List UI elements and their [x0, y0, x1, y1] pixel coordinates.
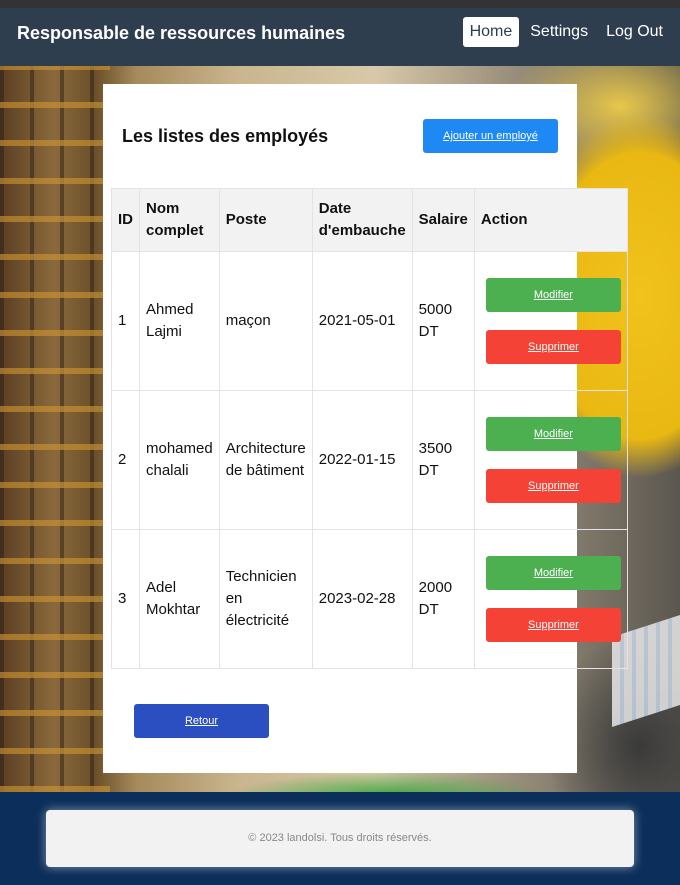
delete-button[interactable]: Supprimer: [485, 469, 621, 503]
cell-id: 3: [111, 529, 140, 669]
add-employee-button[interactable]: Ajouter un employé: [423, 119, 558, 153]
table-row: 3 Adel Mokhtar Technicien en électricité…: [111, 529, 628, 669]
header-salaire: Salaire: [411, 188, 475, 252]
cell-id: 1: [111, 251, 140, 391]
table-header-row: ID Nom complet Poste Date d'embauche Sal…: [111, 188, 628, 252]
edit-button[interactable]: Modifier: [485, 556, 621, 590]
cell-date: 2022-01-15: [311, 390, 413, 530]
cell-actions: Modifier Supprimer: [473, 251, 628, 391]
page-title: Les listes des employés: [122, 126, 329, 146]
brand-title: Responsable de ressources humaines: [17, 23, 346, 43]
cell-poste: maçon: [218, 251, 313, 391]
table-row: 2 mohamed chalali Architecture de bâtime…: [111, 390, 628, 530]
header-action: Action: [473, 188, 628, 252]
cell-name: Ahmed Lajmi: [139, 251, 220, 391]
nav-menu: Home Settings Log Out: [462, 17, 670, 47]
footer: © 2023 landolsi. Tous droits réservés.: [0, 792, 680, 885]
footer-copyright: © 2023 landolsi. Tous droits réservés.: [46, 810, 634, 867]
cell-id: 2: [111, 390, 140, 530]
employee-table: ID Nom complet Poste Date d'embauche Sal…: [111, 188, 628, 669]
table-row: 1 Ahmed Lajmi maçon 2021-05-01 5000 DT M…: [111, 251, 628, 391]
header-id: ID: [111, 188, 140, 252]
cell-date: 2023-02-28: [311, 529, 413, 669]
cell-name: mohamed chalali: [139, 390, 220, 530]
nav-home-link[interactable]: Home: [462, 17, 520, 47]
cell-salaire: 3500 DT: [411, 390, 475, 530]
nav-settings-link[interactable]: Settings: [523, 17, 595, 47]
header-poste: Poste: [218, 188, 313, 252]
header-date: Date d'embauche: [311, 188, 413, 252]
cell-poste: Architecture de bâtiment: [218, 390, 313, 530]
cell-actions: Modifier Supprimer: [473, 390, 628, 530]
cell-name: Adel Mokhtar: [139, 529, 220, 669]
edit-button[interactable]: Modifier: [485, 278, 621, 312]
cell-poste: Technicien en électricité: [218, 529, 313, 669]
back-button[interactable]: Retour: [134, 704, 269, 738]
header-name: Nom complet: [139, 188, 220, 252]
background-scaffolding: [0, 66, 110, 792]
edit-button[interactable]: Modifier: [485, 417, 621, 451]
top-navbar: Responsable de ressources humaines Home …: [0, 0, 680, 66]
cell-salaire: 5000 DT: [411, 251, 475, 391]
employee-list-card: Les listes des employés Ajouter un emplo…: [103, 84, 628, 773]
nav-logout-link[interactable]: Log Out: [599, 17, 670, 47]
cell-salaire: 2000 DT: [411, 529, 475, 669]
delete-button[interactable]: Supprimer: [485, 330, 621, 364]
cell-date: 2021-05-01: [311, 251, 413, 391]
delete-button[interactable]: Supprimer: [485, 608, 621, 642]
cell-actions: Modifier Supprimer: [473, 529, 628, 669]
